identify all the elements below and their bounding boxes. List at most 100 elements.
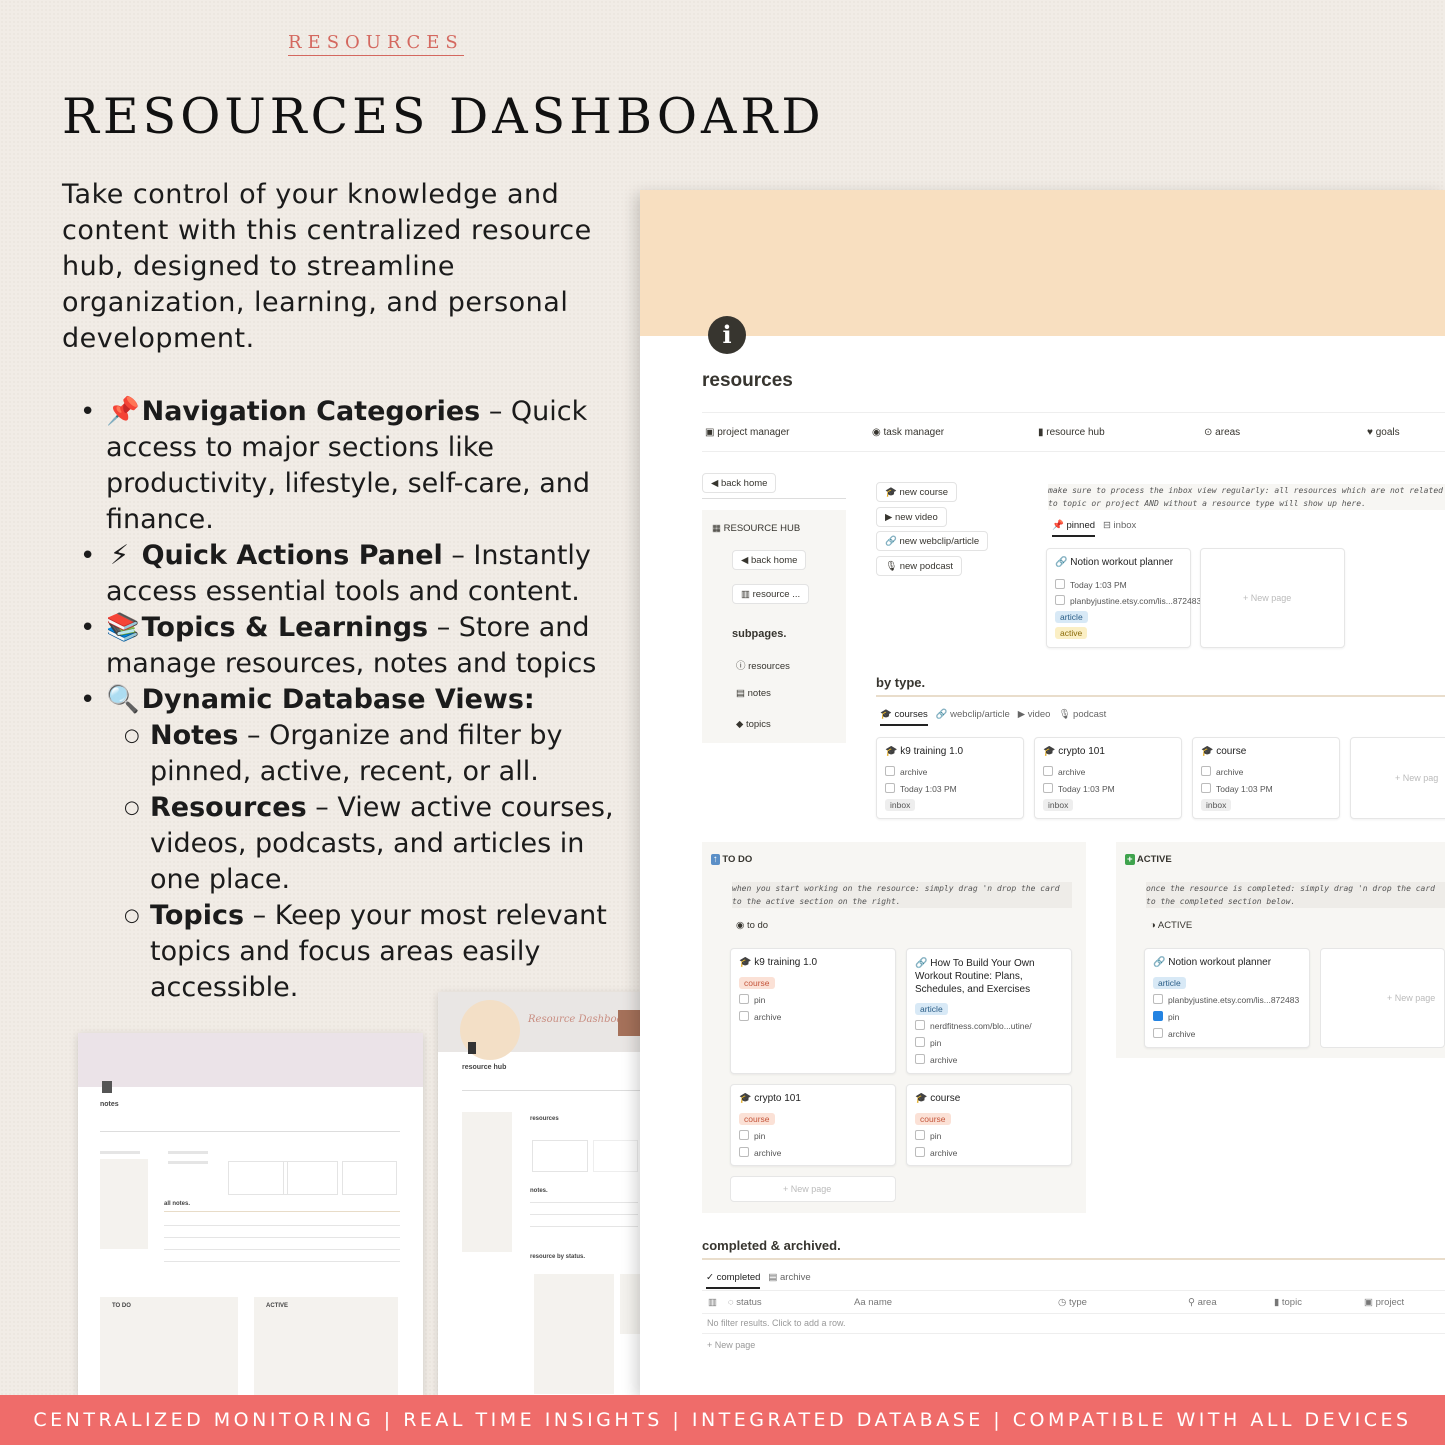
- new-course-button[interactable]: 🎓 new course: [876, 482, 958, 502]
- nav-project-manager[interactable]: ▣ project manager: [705, 427, 790, 438]
- type-tabs: 🎓 courses 🔗 webclip/article ▶ video 🎙 po…: [880, 709, 1106, 726]
- back-home-button[interactable]: ◀ back home: [702, 473, 777, 493]
- column-area[interactable]: ⚲ area: [1188, 1297, 1217, 1308]
- empty-table-message: No filter results. Click to add a row.: [707, 1318, 846, 1328]
- subpages-title: subpages.: [732, 628, 787, 640]
- hub-resource-button[interactable]: ▥ resource ...: [732, 584, 810, 604]
- todo-card[interactable]: 🎓 course course pin archive: [906, 1084, 1072, 1166]
- graduation-cap-icon: 🎓: [1043, 746, 1059, 757]
- type-card[interactable]: 🎓 k9 training 1.0 archive Today 1:03 PM …: [876, 737, 1024, 819]
- new-podcast-button[interactable]: 🎙 new podcast: [876, 556, 963, 576]
- feature-item: 📌 Navigation Categories – Quick access t…: [80, 394, 636, 538]
- feature-item: 📚 Topics & Learnings – Store and manage …: [80, 610, 636, 682]
- microphone-icon: 🎙: [885, 561, 900, 572]
- graduation-cap-icon: 🎓: [880, 709, 892, 720]
- new-page-button[interactable]: + New page: [730, 1176, 896, 1202]
- active-card[interactable]: 🔗 Notion workout planner article planbyj…: [1144, 948, 1310, 1048]
- column-project[interactable]: ▣ project: [1364, 1297, 1404, 1308]
- pinned-card[interactable]: 🔗 Notion workout planner Today 1:03 PM p…: [1046, 548, 1201, 648]
- todo-card[interactable]: 🎓 k9 training 1.0 course pin archive: [730, 948, 896, 1074]
- graduation-cap-icon: 🎓: [739, 1093, 755, 1104]
- column-name[interactable]: Aa name: [854, 1297, 892, 1308]
- feature-list: 📌 Navigation Categories – Quick access t…: [80, 394, 636, 1006]
- table-header: ▥ ◌ status Aa name ◷ type ⚲ area ▮ topic…: [702, 1290, 1445, 1314]
- subpage-notes[interactable]: ▤ notes: [736, 688, 771, 699]
- thumb-todo-title: TO DO: [112, 1303, 131, 1309]
- new-page-card[interactable]: + New pag: [1350, 737, 1445, 819]
- subpage-topics[interactable]: ◆ topics: [736, 719, 771, 730]
- inbox-instructions: make sure to process the inbox view regu…: [1048, 484, 1445, 510]
- tab-inbox[interactable]: ⊟ inbox: [1103, 520, 1136, 531]
- link-icon: 🔗: [935, 709, 948, 720]
- nav-goals[interactable]: ♥ goals: [1367, 427, 1400, 438]
- intro-paragraph: Take control of your knowledge and conte…: [62, 179, 592, 354]
- subpage-resources[interactable]: ⓘ resources: [736, 658, 790, 672]
- feature-item: 🔍 Dynamic Database Views: Notes – Organi…: [80, 682, 636, 1006]
- new-page-card[interactable]: + New page: [1200, 548, 1345, 648]
- thumb-section-title: resources: [530, 1116, 559, 1122]
- thumb-status-title: resource by status.: [530, 1254, 586, 1260]
- active-view-tab[interactable]: ◑ ACTIVE: [1150, 920, 1192, 931]
- type-card[interactable]: 🎓 crypto 101 archive Today 1:03 PM inbox: [1034, 737, 1182, 819]
- column-status[interactable]: ◌ status: [728, 1297, 762, 1308]
- graduation-cap-icon: 🎓: [1201, 746, 1217, 757]
- nav-areas[interactable]: ⊙ areas: [1204, 427, 1240, 438]
- sub-feature-item: Resources – View active courses, videos,…: [124, 790, 636, 898]
- tag-icon: ◆: [736, 719, 746, 730]
- tab-archive[interactable]: ▤ archive: [768, 1272, 810, 1283]
- feature-item: ⚡ Quick Actions Panel – Instantly access…: [80, 538, 636, 610]
- trash-icon: ▥: [708, 1297, 717, 1308]
- todo-view-tab[interactable]: ◉ to do: [736, 920, 768, 931]
- nav-resource-hub[interactable]: ▮ resource hub: [1038, 427, 1105, 438]
- briefcase-icon: ▣: [705, 427, 718, 438]
- magnifier-icon: 🔍: [106, 684, 140, 715]
- link-icon: 🔗: [1055, 557, 1071, 568]
- info-icon: ⓘ: [736, 661, 749, 672]
- books-icon: 📚: [106, 612, 140, 643]
- check-icon: ◉: [872, 427, 884, 438]
- section-kicker: RESOURCES: [288, 32, 464, 56]
- location-icon: ⊙: [1204, 427, 1216, 438]
- tab-podcast[interactable]: 🎙 podcast: [1058, 709, 1106, 720]
- sub-feature-item: Notes – Organize and filter by pinned, a…: [124, 718, 636, 790]
- new-page-card[interactable]: + New page: [1320, 948, 1445, 1048]
- tab-webclip[interactable]: 🔗 webclip/article: [936, 709, 1010, 720]
- tab-completed[interactable]: ✓ completed: [706, 1272, 761, 1289]
- active-section: + ACTIVE once the resource is completed:…: [1116, 842, 1445, 1058]
- graduation-cap-icon: 🎓: [915, 1093, 931, 1104]
- hub-back-home-button[interactable]: ◀ back home: [732, 550, 807, 570]
- new-webclip-button[interactable]: 🔗 new webclip/article: [876, 531, 989, 551]
- bank-icon: ▥: [741, 589, 753, 600]
- link-icon: 🔗: [1153, 957, 1169, 968]
- by-type-title: by type.: [876, 675, 926, 690]
- active-instructions: once the resource is completed: simply d…: [1146, 882, 1445, 908]
- todo-card[interactable]: 🔗 How To Build Your Own Workout Routine:…: [906, 948, 1072, 1074]
- tray-icon: ⊟: [1102, 520, 1111, 531]
- column-topic[interactable]: ▮ topic: [1274, 1297, 1302, 1308]
- tab-pinned[interactable]: 📌 pinned: [1052, 520, 1096, 537]
- thumb-section-title: all notes.: [164, 1201, 191, 1207]
- link-icon: 🔗: [915, 958, 931, 969]
- tab-courses[interactable]: 🎓 courses: [880, 709, 928, 726]
- resources-dashboard-screenshot: i resources ▣ project manager ◉ task man…: [640, 190, 1445, 1395]
- column-type[interactable]: ◷ type: [1058, 1297, 1087, 1308]
- half-circle-icon: ◑: [1150, 920, 1158, 931]
- pin-icon: 📌: [1052, 520, 1064, 531]
- new-video-button[interactable]: ▶ new video: [876, 507, 947, 527]
- thumb-cover: [78, 1033, 423, 1087]
- todo-card[interactable]: 🎓 crypto 101 course pin archive: [730, 1084, 896, 1166]
- thumb-title: notes: [100, 1101, 119, 1108]
- hub-title: ▦ RESOURCE HUB: [712, 523, 801, 534]
- status-icon: ◉: [736, 920, 747, 931]
- notion-page-title: resources: [702, 370, 793, 391]
- heart-icon: ♥: [1367, 427, 1376, 438]
- pin-icon: 📌: [106, 396, 140, 427]
- plus-icon: +: [1125, 854, 1135, 865]
- type-card[interactable]: 🎓 course archive Today 1:03 PM inbox: [1192, 737, 1340, 819]
- table-new-page[interactable]: + New page: [707, 1340, 755, 1350]
- tab-video[interactable]: ▶ video: [1018, 709, 1051, 720]
- microphone-icon: 🎙: [1058, 709, 1071, 720]
- thumb-notes-title: notes.: [530, 1188, 548, 1194]
- nav-task-manager[interactable]: ◉ task manager: [872, 427, 944, 438]
- archive-icon: ▤: [768, 1272, 778, 1283]
